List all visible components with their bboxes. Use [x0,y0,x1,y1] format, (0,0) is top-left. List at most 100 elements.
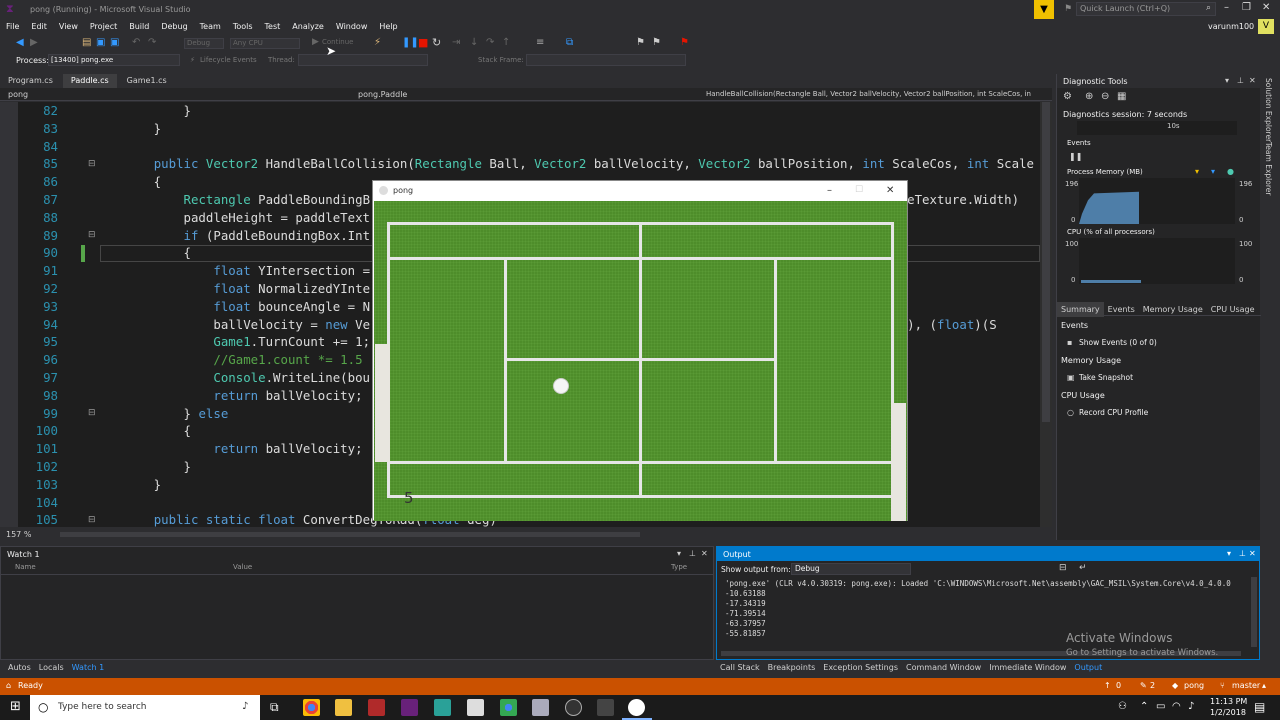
undo-icon[interactable]: ↶ [132,37,140,48]
dropdown-icon[interactable]: ▾ [1227,549,1231,558]
nav-class[interactable]: pong.Paddle [358,90,407,99]
quick-launch-input[interactable]: Quick Launch (Ctrl+Q) ⌕ [1076,2,1216,16]
nav-project[interactable]: pong [8,90,28,99]
chrome-app-icon[interactable] [500,699,517,716]
tab-autos[interactable]: Autos [4,660,35,675]
minimize-icon[interactable]: – [827,181,832,200]
tab-call-stack[interactable]: Call Stack [716,660,764,675]
menu-analyze[interactable]: Analyze [286,19,330,35]
output-source-select[interactable]: Debug [791,563,911,575]
tab-breakpoints[interactable]: Breakpoints [764,660,820,675]
collapse-icon[interactable]: ⊟ [88,408,96,418]
clock-date[interactable]: 1/2/2018 [1210,708,1246,717]
pong-game-window[interactable]: pong – ☐ ✕ 5 [372,180,908,521]
pong-app-icon[interactable] [628,699,645,716]
record-cpu-profile-button[interactable]: Record CPU Profile [1079,408,1148,417]
gitkraken-icon[interactable] [434,699,451,716]
file-explorer-icon[interactable] [335,699,352,716]
col-type[interactable]: Type [671,563,687,571]
tab-exception-settings[interactable]: Exception Settings [819,660,902,675]
stop-icon[interactable]: ■ [418,36,428,49]
dropdown-icon[interactable]: ▾ [1225,76,1229,85]
people-icon[interactable]: ⚇ [1118,701,1127,712]
show-events-link[interactable]: Show Events (0 of 0) [1079,338,1157,347]
output-scrollbar[interactable] [1251,577,1257,647]
tool-icon[interactable] [532,699,549,716]
process-select[interactable]: [13400] pong.exe [48,54,180,66]
settings-icon[interactable]: ⚙ [1063,91,1072,102]
prev-bookmark-icon[interactable]: ⚑ [652,37,661,48]
code-line[interactable]: 82 } [0,102,1040,120]
close-icon[interactable]: ✕ [701,549,708,558]
maximize-icon[interactable]: ☐ [855,181,863,200]
tab-events[interactable]: Events [1104,302,1139,317]
hex-icon[interactable]: ≡ [536,37,544,48]
threads-icon[interactable]: ⧉ [566,37,573,48]
show-next-statement-icon[interactable]: ⇥ [452,37,460,48]
platform-select[interactable]: Any CPU [230,38,300,49]
pin-icon[interactable]: ⊥ [1237,76,1244,85]
bookmark-icon[interactable]: ⚑ [636,37,645,48]
tray-chevron-icon[interactable]: ⌃ [1140,701,1148,712]
collapse-icon[interactable]: ⊟ [88,230,96,240]
output-text[interactable]: 'pong.exe' (CLR v4.0.30319: pong.exe): L… [717,577,1259,639]
avatar[interactable]: V [1258,19,1274,34]
tab-locals[interactable]: Locals [35,660,68,675]
media-icon[interactable] [597,699,614,716]
team-explorer-tab[interactable]: Team Explorer [1264,142,1273,195]
microphone-icon[interactable]: ♪ [242,701,248,712]
chrome-icon[interactable] [303,699,320,716]
take-snapshot-button[interactable]: Take Snapshot [1079,373,1133,382]
hot-reload-icon[interactable]: ⚡ [374,37,381,48]
tab-summary[interactable]: Summary [1057,302,1104,317]
menu-debug[interactable]: Debug [155,19,193,35]
menu-build[interactable]: Build [123,19,155,35]
solution-explorer-tab[interactable]: Solution Explorer [1264,78,1273,142]
tab-memory-usage[interactable]: Memory Usage [1139,302,1207,317]
zoom-level[interactable]: 157 % [6,530,31,539]
windows-start-icon[interactable]: ⊞ [10,699,21,714]
pong-title-bar[interactable]: pong – ☐ ✕ [373,181,907,200]
minimize-icon[interactable]: – [1224,2,1229,13]
lifecycle-events[interactable]: Lifecycle Events [200,56,257,64]
collapse-icon[interactable]: ⊟ [88,159,96,169]
zoom-out-icon[interactable]: ⊖ [1101,91,1109,102]
redo-icon[interactable]: ↷ [148,37,156,48]
tab-program[interactable]: Program.cs [0,74,61,88]
close-icon[interactable]: ✕ [1262,2,1270,13]
zoom-in-icon[interactable]: ⊕ [1085,91,1093,102]
forward-icon[interactable]: ▶ [30,37,38,48]
word-wrap-icon[interactable]: ↵ [1079,563,1087,573]
clear-bookmarks-icon[interactable]: ⚑ [680,37,689,48]
menu-edit[interactable]: Edit [25,19,53,35]
reset-view-icon[interactable]: ▦ [1117,91,1126,102]
code-line[interactable]: 83 } [0,120,1040,138]
taskbar-search-box[interactable]: ○ Type here to search ♪ [30,695,260,720]
open-folder-icon[interactable]: ▤ [82,37,91,48]
tab-immediate-window[interactable]: Immediate Window [985,660,1070,675]
clock-time[interactable]: 11:13 PM [1210,697,1247,706]
step-into-icon[interactable]: ↓ [470,37,478,48]
volume-icon[interactable]: ♪ [1188,701,1194,712]
col-value[interactable]: Value [233,563,252,571]
warnings-count[interactable]: 2 [1150,681,1155,690]
step-over-icon[interactable]: ↷ [486,37,494,48]
horizontal-scroll-thumb[interactable] [60,532,640,537]
save-icon[interactable]: ▣ [96,37,105,48]
col-name[interactable]: Name [15,563,36,571]
stack-frame-select[interactable] [526,54,686,66]
menu-view[interactable]: View [53,19,84,35]
tab-watch1[interactable]: Watch 1 [68,660,109,675]
branch-name[interactable]: master [1232,681,1260,690]
pin-icon[interactable]: ⊥ [1239,549,1246,558]
menu-help[interactable]: Help [373,19,403,35]
back-icon[interactable]: ◀ [16,37,24,48]
menu-tools[interactable]: Tools [227,19,259,35]
pin-icon[interactable]: ⊥ [689,549,696,558]
tab-cpu-usage[interactable]: CPU Usage [1207,302,1259,317]
tab-command-window[interactable]: Command Window [902,660,985,675]
github-icon[interactable] [565,699,582,716]
save-all-icon[interactable]: ▣ [110,37,119,48]
visual-studio-icon[interactable] [401,699,418,716]
user-name[interactable]: varunm100 [1208,22,1254,31]
